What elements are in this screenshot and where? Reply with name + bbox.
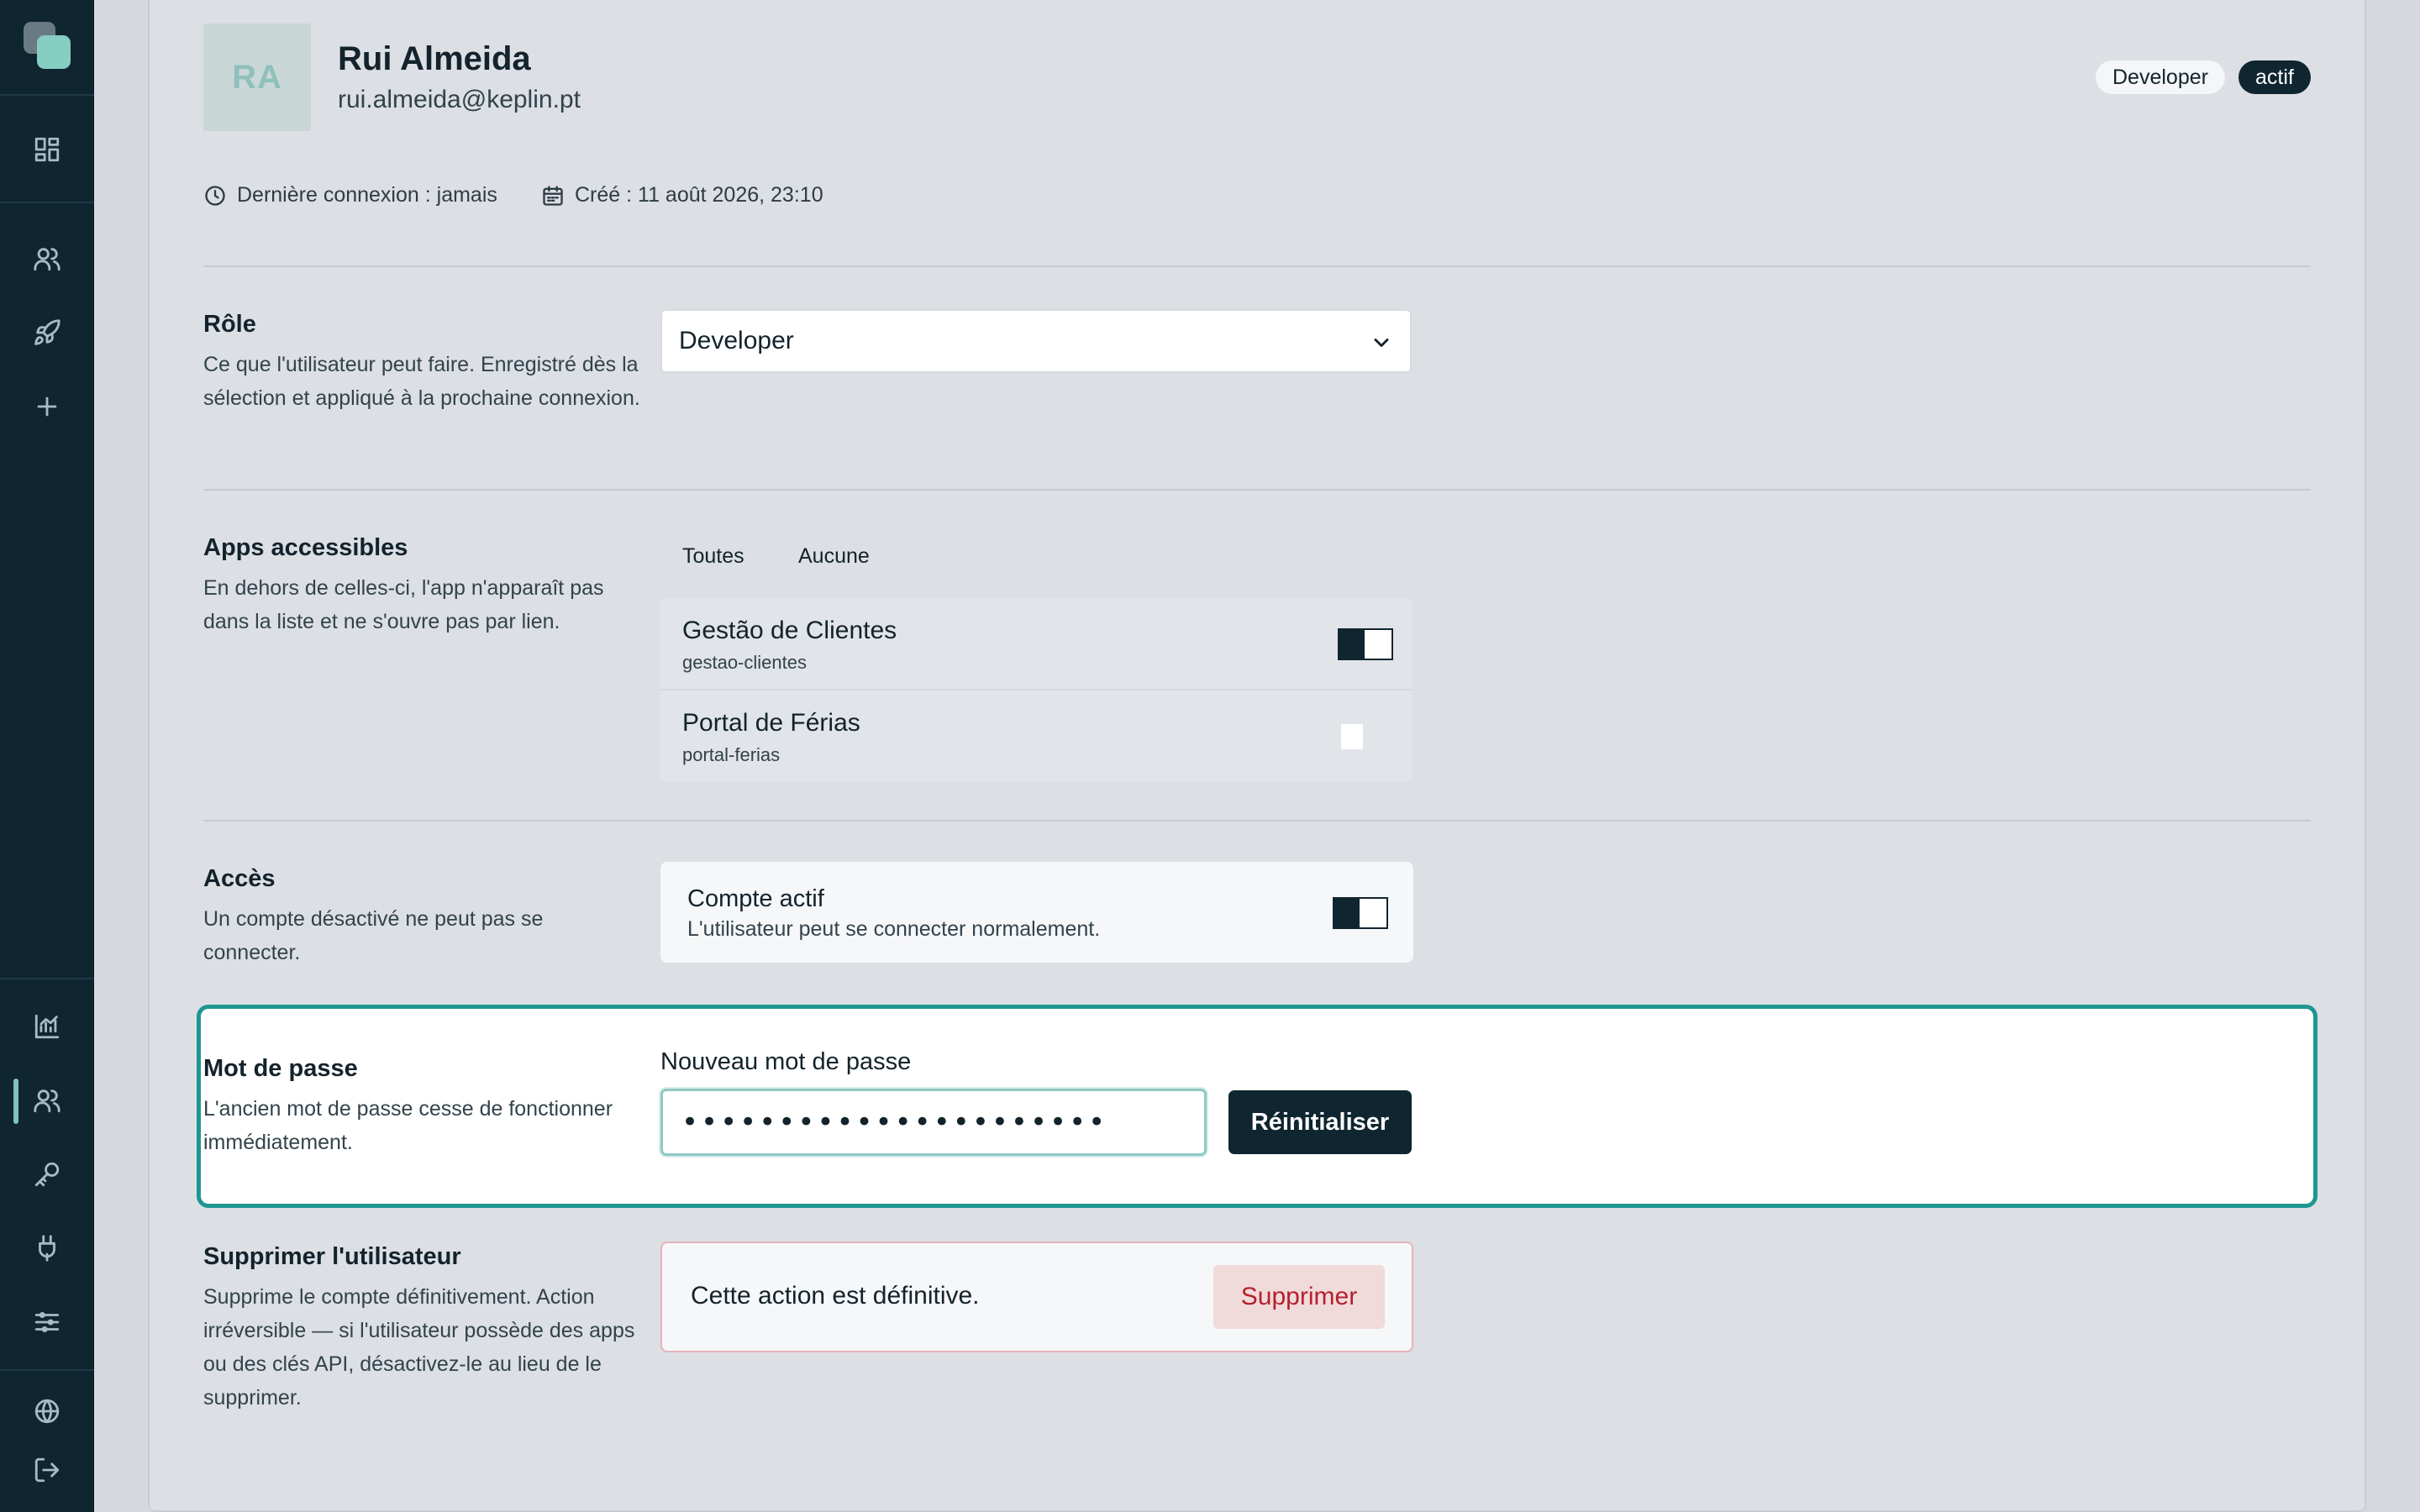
section-divider [203, 265, 2311, 267]
created-text: Créé : 11 août 2026, 23:10 [575, 183, 823, 207]
sidebar-divider [0, 202, 94, 203]
reset-password-button[interactable]: Réinitialiser [1228, 1090, 1412, 1154]
role-section-description: Ce que l'utilisateur peut faire. Enregis… [203, 353, 640, 410]
calendar-icon [543, 185, 563, 206]
role-select[interactable]: Developer [660, 309, 1412, 373]
sidebar-divider [0, 94, 94, 96]
new-password-label: Nouveau mot de passe [660, 1048, 912, 1075]
app-access-toggle[interactable] [1338, 721, 1393, 753]
dashboard-grid-icon[interactable] [30, 133, 64, 166]
plus-icon[interactable] [30, 390, 64, 423]
app-slug: portal-ferias [682, 744, 781, 765]
created-meta: Créé : 11 août 2026, 23:10 [541, 183, 823, 207]
account-active-panel: Compte actif L'utilisateur peut se conne… [660, 862, 1413, 963]
account-active-title: Compte actif [687, 885, 824, 912]
role-section-title: Rôle [203, 311, 256, 338]
chart-icon[interactable] [30, 1010, 64, 1043]
delete-section-title: Supprimer l'utilisateur [203, 1243, 461, 1270]
apps-section-title: Apps accessibles [203, 534, 408, 561]
section-divider [203, 820, 2311, 822]
password-section-title: Mot de passe [203, 1055, 358, 1082]
list-item: Portal de Férias portal-ferias [660, 689, 1412, 780]
access-section-title: Accès [203, 865, 276, 892]
chevron-down-icon [1374, 339, 1389, 347]
app-logo[interactable] [24, 22, 71, 69]
select-all-apps-button[interactable]: Toutes [682, 544, 744, 569]
sidebar-divider [0, 1369, 94, 1371]
sidebar-divider [0, 978, 94, 979]
users-icon-active[interactable] [30, 1084, 64, 1117]
key-icon[interactable] [30, 1158, 64, 1191]
role-badge: Developer [2096, 60, 2225, 94]
account-active-description: L'utilisateur peut se connecter normalem… [687, 917, 1101, 941]
app-slug: gestao-clientes [682, 652, 807, 673]
logout-icon[interactable] [30, 1453, 64, 1487]
delete-user-panel: Cette action est définitive. Supprimer [660, 1242, 1413, 1352]
app-name: Gestão de Clientes [682, 617, 897, 644]
user-name: Rui Almeida [338, 40, 531, 77]
last-login-meta: Dernière connexion : jamais [203, 183, 497, 207]
role-select-value: Developer [679, 327, 794, 354]
sidebar [0, 0, 94, 1512]
select-no-apps-button[interactable]: Aucune [798, 544, 870, 569]
active-nav-indicator [13, 1079, 18, 1124]
delete-user-button[interactable]: Supprimer [1213, 1265, 1385, 1329]
app-access-toggle[interactable] [1338, 628, 1393, 660]
user-email: rui.almeida@keplin.pt [338, 86, 581, 113]
clock-icon [205, 185, 225, 206]
delete-warning-text: Cette action est définitive. [691, 1282, 980, 1310]
section-divider [203, 489, 2311, 491]
globe-icon[interactable] [30, 1394, 64, 1428]
last-login-text: Dernière connexion : jamais [237, 183, 497, 207]
apps-list: Gestão de Clientes gestao-clientes Porta… [660, 598, 1412, 781]
app-name: Portal de Férias [682, 709, 860, 737]
sliders-icon[interactable] [30, 1305, 64, 1339]
password-section-description: L'ancien mot de passe cesse de fonctionn… [203, 1097, 613, 1154]
avatar: RA [203, 24, 311, 131]
access-section-description: Un compte désactivé ne peut pas se conne… [203, 907, 544, 964]
rocket-icon[interactable] [30, 316, 64, 349]
status-badge: actif [2238, 60, 2311, 94]
delete-section-description: Supprime le compte définitivement. Actio… [203, 1285, 635, 1410]
new-password-input[interactable]: •••••••••••••••••••••• [660, 1089, 1207, 1156]
plug-icon[interactable] [30, 1231, 64, 1265]
account-active-toggle[interactable] [1333, 897, 1388, 929]
users-icon[interactable] [30, 242, 64, 276]
apps-section-description: En dehors de celles-ci, l'app n'apparaît… [203, 576, 604, 633]
list-item: Gestão de Clientes gestao-clientes [660, 598, 1412, 689]
